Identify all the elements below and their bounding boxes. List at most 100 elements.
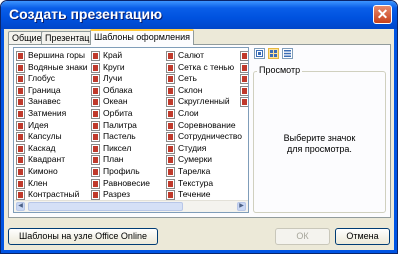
scroll-left-button[interactable]: ◀ xyxy=(16,202,25,211)
template-file-icon xyxy=(16,167,25,177)
template-item-label: Водяные знаки xyxy=(28,61,88,72)
template-file-icon xyxy=(166,51,175,61)
template-item-label: Облака xyxy=(103,84,133,95)
template-file-icon xyxy=(91,167,100,177)
template-item-label: Глобус xyxy=(28,73,55,84)
template-file-icon xyxy=(166,109,175,119)
template-file-icon xyxy=(166,85,175,96)
details-view-button[interactable] xyxy=(282,48,293,59)
template-file-icon xyxy=(91,51,100,61)
template-file-icon xyxy=(91,85,100,96)
close-button[interactable]: ✕ xyxy=(373,5,392,24)
template-file-icon xyxy=(91,97,100,108)
template-file-icon xyxy=(91,190,100,201)
title-bar[interactable]: Создать презентацию ✕ xyxy=(1,1,397,29)
ok-button[interactable]: ОК xyxy=(275,228,330,245)
scroll-right-button[interactable]: ▶ xyxy=(237,202,246,211)
template-item-label: Профиль xyxy=(103,166,140,176)
template-item-label: Лучи xyxy=(103,73,123,84)
template-item-label: Палитра xyxy=(103,119,137,130)
template-file-icon xyxy=(240,97,248,108)
list-view-icon xyxy=(270,50,277,57)
template-file-icon xyxy=(16,62,25,73)
template-file-icon xyxy=(91,178,100,189)
template-item-label: Течение xyxy=(178,189,211,200)
window-frame-left xyxy=(1,29,4,253)
template-file-icon xyxy=(240,62,248,73)
preview-hint-line-2: для просмотра. xyxy=(287,144,352,154)
template-item-label: План xyxy=(103,154,124,165)
template-file-icon xyxy=(240,85,248,96)
window-frame-bottom xyxy=(1,250,397,253)
template-item-label: Скругленный xyxy=(178,96,230,107)
template-file-icon xyxy=(91,155,100,166)
large-icons-view-button[interactable] xyxy=(254,48,265,59)
template-file-icon xyxy=(166,143,175,154)
template-file-icon xyxy=(166,62,175,73)
template-item-label: Текстура xyxy=(178,177,214,188)
template-item-label: Разрез xyxy=(103,189,131,200)
template-file-icon xyxy=(91,109,100,119)
template-file-icon xyxy=(16,155,25,166)
templates-list[interactable]: Вершина горы Водяные знаки Глобус Граница За… xyxy=(13,47,249,213)
template-item-label: Соревнование xyxy=(178,119,236,130)
horizontal-scrollbar[interactable]: ◀ ▶ xyxy=(14,200,248,212)
window-title: Создать презентацию xyxy=(9,6,163,22)
template-item-label: Идея xyxy=(28,119,49,130)
template-item-label: Склон xyxy=(178,84,203,95)
template-item-label: Пастель xyxy=(103,131,136,142)
template-item-label: Квадрант xyxy=(28,154,66,165)
template-file-icon xyxy=(91,120,100,131)
template-file-icon xyxy=(16,132,25,143)
template-item-label: Вершина горы xyxy=(28,50,85,60)
tab-general[interactable]: Общие xyxy=(8,31,46,44)
details-view-icon xyxy=(284,50,291,57)
preview-hint-line-1: Выберите значок xyxy=(283,133,356,143)
template-item-label: Слои xyxy=(178,108,199,118)
template-file-icon xyxy=(91,74,100,85)
office-online-templates-button[interactable]: Шаблоны на узле Office Online xyxy=(8,228,158,245)
template-item-label: Салют xyxy=(178,50,205,60)
templates-items: Вершина горы Водяные знаки Глобус Граница За… xyxy=(16,50,248,202)
template-file-icon xyxy=(16,85,25,96)
list-view-button[interactable] xyxy=(268,48,279,59)
template-file-icon xyxy=(166,178,175,189)
template-file-icon xyxy=(16,143,25,154)
template-item-label: Клен xyxy=(28,177,48,188)
template-item-label: Тарелка xyxy=(178,166,211,176)
template-item-label: Край xyxy=(103,50,123,60)
scroll-thumb[interactable] xyxy=(28,202,183,211)
template-file-icon xyxy=(166,120,175,131)
template-item-label: Сотрудничество xyxy=(178,131,243,142)
new-presentation-dialog: Создать презентацию ✕ Общие Презентации … xyxy=(0,0,398,254)
template-item-label: Сумерки xyxy=(178,154,213,165)
template-item-label: Равновесие xyxy=(103,177,150,188)
template-item-label: Океан xyxy=(103,96,128,107)
template-file-icon xyxy=(166,97,175,108)
template-file-icon xyxy=(16,109,25,119)
template-file-icon xyxy=(91,132,100,143)
template-item-label: Круги xyxy=(103,61,125,72)
template-item-label: Затмения xyxy=(28,108,67,118)
preview-hint: Выберите значок для просмотра. xyxy=(254,133,385,155)
tab-design-templates[interactable]: Шаблоны оформления xyxy=(90,29,195,45)
cancel-button[interactable]: Отмена xyxy=(335,228,390,245)
template-file-icon xyxy=(16,190,25,201)
template-file-icon xyxy=(240,51,248,61)
preview-legend: Просмотр xyxy=(257,65,303,75)
large-icons-view-icon xyxy=(256,50,263,57)
template-file-icon xyxy=(166,167,175,177)
template-item-label: Граница xyxy=(28,84,61,95)
template-file-icon xyxy=(166,190,175,201)
template-item-label: Каскад xyxy=(28,142,56,153)
template-file-icon xyxy=(166,132,175,143)
template-file-icon xyxy=(16,178,25,189)
template-item-label: Пиксел xyxy=(103,142,132,153)
template-file-icon xyxy=(16,97,25,108)
template-item-label: Капсулы xyxy=(28,131,62,142)
template-file-icon xyxy=(166,74,175,85)
template-item-label: Орбита xyxy=(103,108,133,118)
template-file-icon xyxy=(166,155,175,166)
template-file-icon xyxy=(91,143,100,154)
template-item-label: Студия xyxy=(178,142,207,153)
